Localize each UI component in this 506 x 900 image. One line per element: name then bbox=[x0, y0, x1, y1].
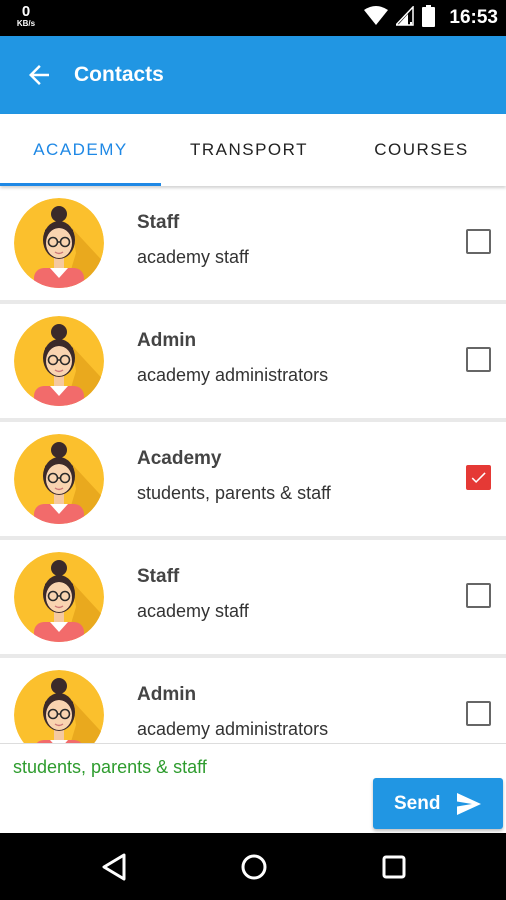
list-item[interactable]: Admin academy administrators bbox=[0, 658, 506, 743]
avatar bbox=[14, 552, 104, 642]
contact-checkbox[interactable] bbox=[466, 229, 491, 254]
contact-list[interactable]: Staff academy staff Admin academy admini… bbox=[0, 186, 506, 743]
checkmark-icon bbox=[471, 472, 486, 484]
contact-subtitle: academy administrators bbox=[137, 719, 329, 739]
person-avatar-icon bbox=[14, 670, 104, 743]
app-bar: Contacts bbox=[0, 36, 506, 114]
contact-subtitle: academy administrators bbox=[137, 365, 329, 385]
status-time: 16:53 bbox=[449, 7, 498, 28]
tab-bar: ACADEMY TRANSPORT COURSES bbox=[0, 114, 506, 186]
person-avatar-icon bbox=[14, 198, 104, 288]
page-title: Contacts bbox=[74, 63, 164, 86]
network-speed-value: 0 bbox=[21, 3, 31, 20]
home-circle-icon[interactable] bbox=[238, 851, 270, 883]
status-bar: 0 KB/s 16:53 bbox=[0, 0, 506, 36]
person-avatar-icon bbox=[14, 552, 104, 642]
tab-academy[interactable]: ACADEMY bbox=[0, 114, 161, 186]
selected-recipients: students, parents & staff bbox=[13, 757, 207, 777]
tab-indicator bbox=[0, 183, 161, 186]
list-item[interactable]: Academy students, parents & staff bbox=[0, 422, 506, 536]
send-button-label: Send bbox=[394, 793, 441, 814]
battery-icon bbox=[422, 4, 436, 32]
contact-title: Staff bbox=[137, 566, 180, 587]
network-speed-unit: KB/s bbox=[16, 19, 36, 28]
send-button[interactable]: Send bbox=[373, 778, 503, 829]
contact-checkbox[interactable] bbox=[466, 347, 491, 372]
contact-title: Admin bbox=[137, 330, 197, 351]
recents-square-icon[interactable] bbox=[378, 851, 410, 883]
signal-icon bbox=[394, 4, 415, 31]
back-triangle-icon[interactable] bbox=[98, 851, 130, 883]
tab-transport[interactable]: TRANSPORT bbox=[161, 114, 337, 186]
compose-footer: students, parents & staff Send bbox=[0, 743, 506, 833]
avatar bbox=[14, 198, 104, 288]
contact-subtitle: academy staff bbox=[137, 247, 249, 267]
list-item[interactable]: Staff academy staff bbox=[0, 540, 506, 654]
contact-checkbox[interactable] bbox=[466, 583, 491, 608]
contact-title: Admin bbox=[137, 684, 197, 705]
avatar bbox=[14, 434, 104, 524]
system-nav-bar bbox=[0, 833, 506, 900]
list-item[interactable]: Staff academy staff bbox=[0, 186, 506, 300]
person-avatar-icon bbox=[14, 316, 104, 406]
contact-checkbox[interactable] bbox=[466, 465, 491, 490]
contact-subtitle: students, parents & staff bbox=[137, 483, 331, 503]
wifi-icon bbox=[364, 5, 389, 31]
network-speed: 0 KB/s bbox=[12, 4, 40, 28]
contact-title: Staff bbox=[137, 212, 180, 233]
send-icon bbox=[457, 793, 481, 821]
list-item[interactable]: Admin academy administrators bbox=[0, 304, 506, 418]
contact-subtitle: academy staff bbox=[137, 601, 249, 621]
person-avatar-icon bbox=[14, 434, 104, 524]
avatar bbox=[14, 670, 104, 743]
tab-courses[interactable]: COURSES bbox=[337, 114, 506, 186]
back-arrow-icon[interactable] bbox=[24, 60, 54, 90]
avatar bbox=[14, 316, 104, 406]
contact-title: Academy bbox=[137, 448, 222, 469]
contact-checkbox[interactable] bbox=[466, 701, 491, 726]
